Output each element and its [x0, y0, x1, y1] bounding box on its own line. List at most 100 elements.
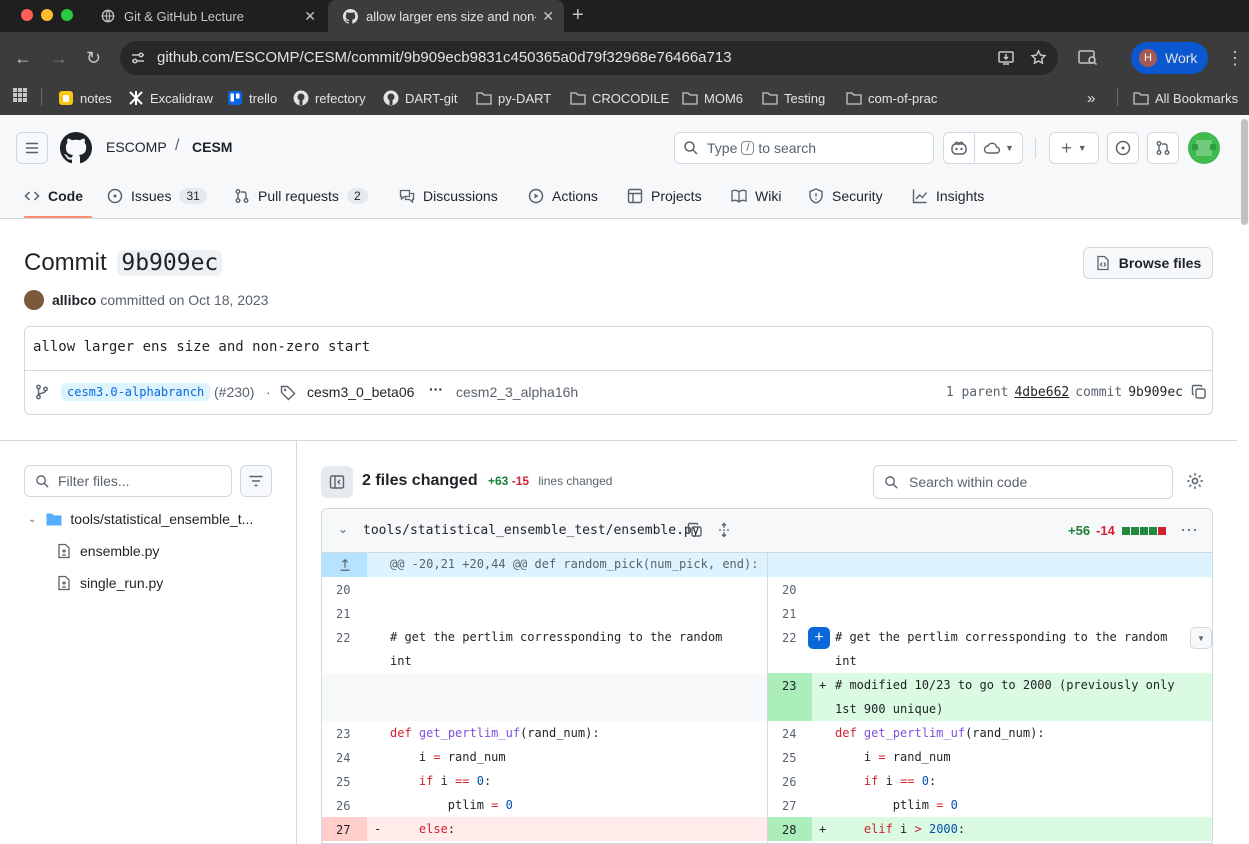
close-tab-icon[interactable]: ✕: [304, 8, 316, 25]
file-diff-icon: [56, 575, 72, 591]
tree-file[interactable]: single_run.py: [56, 575, 163, 591]
tab-security[interactable]: Security: [808, 180, 883, 212]
global-search-input[interactable]: Type / to search: [674, 132, 934, 164]
tab-pull-requests[interactable]: Pull requests 2: [234, 180, 368, 212]
branch-chip[interactable]: cesm3.0-alphabranch: [61, 383, 211, 401]
bookmark-mom6[interactable]: MOM6: [682, 87, 743, 109]
file-path[interactable]: tools/statistical_ensemble_test/ensemble…: [363, 523, 700, 538]
pr-link[interactable]: (#230): [214, 384, 254, 400]
forward-arrow-icon[interactable]: →: [50, 48, 68, 69]
bookmark-star-icon[interactable]: [1030, 49, 1047, 71]
bookmarks-overflow-icon[interactable]: »: [1087, 87, 1095, 109]
close-tab-icon[interactable]: ✕: [542, 8, 554, 25]
tab-search-icon[interactable]: [1078, 49, 1098, 72]
issues-button[interactable]: [1107, 132, 1139, 164]
github-icon: [293, 90, 309, 106]
create-new-button[interactable]: + ▼: [1049, 132, 1099, 164]
chevron-down-icon: ▼: [1077, 143, 1087, 153]
repo-owner-link[interactable]: ESCOMP: [106, 139, 167, 155]
back-arrow-icon[interactable]: ←: [14, 48, 32, 69]
tree-folder[interactable]: ⌄ tools/statistical_ensemble_t...: [24, 511, 253, 527]
chevron-down-icon[interactable]: ⌄: [338, 522, 348, 536]
bookmark-excalidraw[interactable]: Excalidraw: [128, 87, 213, 109]
copy-icon[interactable]: [687, 522, 703, 538]
cloud-icon: [983, 142, 1001, 154]
tag-link[interactable]: cesm3_0_beta06: [307, 384, 414, 400]
copilot-dropdown-button[interactable]: ▼: [974, 132, 1023, 164]
install-app-icon[interactable]: [997, 49, 1015, 72]
search-within-code-input[interactable]: Search within code: [873, 465, 1173, 499]
copy-icon[interactable]: [1191, 384, 1207, 400]
bookmark-refectory[interactable]: refectory: [293, 87, 366, 109]
author-link[interactable]: allibco: [52, 292, 96, 308]
folder-icon: [846, 90, 862, 106]
tab-actions[interactable]: Actions: [528, 180, 598, 212]
hamburger-menu-icon[interactable]: [16, 132, 48, 164]
sidebar-collapse-icon: [329, 475, 345, 489]
all-bookmarks-button[interactable]: All Bookmarks: [1133, 87, 1238, 109]
user-avatar[interactable]: [1188, 132, 1220, 164]
gear-icon[interactable]: [1186, 472, 1204, 495]
issue-circle-icon: [107, 188, 123, 204]
folder-icon: [476, 90, 492, 106]
bookmark-dart-git[interactable]: DART-git: [383, 87, 458, 109]
site-settings-icon[interactable]: [130, 50, 146, 71]
apps-grid-icon[interactable]: [12, 87, 28, 108]
tag-link[interactable]: cesm2_3_alpha16h: [456, 384, 578, 400]
chevron-down-icon: ▼: [1005, 143, 1014, 153]
commit-message: allow larger ens size and non-zero start: [33, 339, 371, 355]
minimize-window-button[interactable]: [41, 9, 53, 21]
search-shortcut-key: /: [741, 141, 755, 155]
copilot-button[interactable]: [943, 132, 975, 164]
kebab-menu-icon[interactable]: ···: [1180, 519, 1198, 540]
tab-code[interactable]: Code: [24, 180, 83, 212]
github-logo-icon[interactable]: [60, 132, 92, 169]
tab-insights[interactable]: Insights: [912, 180, 984, 212]
book-icon: [731, 188, 747, 204]
bookmark-notes[interactable]: notes: [58, 87, 112, 109]
expand-up-icon[interactable]: [322, 553, 367, 577]
tab-projects[interactable]: Projects: [627, 180, 702, 212]
close-window-button[interactable]: [21, 9, 33, 21]
pull-requests-button[interactable]: [1147, 132, 1179, 164]
folder-icon: [1133, 90, 1149, 106]
page-scrollbar[interactable]: [1241, 119, 1248, 225]
tab-discussions[interactable]: Discussions: [399, 180, 498, 212]
reload-icon[interactable]: ↻: [86, 48, 101, 69]
search-placeholder-prefix: Type: [707, 140, 738, 156]
active-tab-indicator: [24, 216, 92, 218]
avatar[interactable]: [24, 290, 44, 310]
filter-files-input[interactable]: Filter files...: [24, 465, 232, 497]
url-text[interactable]: github.com/ESCOMP/CESM/commit/9b909ecb98…: [157, 49, 732, 66]
browser-tab-bar: Git & GitHub Lecture ✕ allow larger ens …: [0, 0, 1249, 32]
filter-options-button[interactable]: [240, 465, 272, 497]
bookmark-crocodile[interactable]: CROCODILE: [570, 87, 669, 109]
bookmark-py-dart[interactable]: py-DART: [476, 87, 551, 109]
tab-wiki[interactable]: Wiki: [731, 180, 781, 212]
browse-files-button[interactable]: Browse files: [1083, 247, 1213, 279]
parent-sha-link[interactable]: 4dbe662: [1014, 385, 1069, 400]
bookmark-testing[interactable]: Testing: [762, 87, 825, 109]
code-line: def get_pertlim_uf(rand_num):: [835, 726, 1045, 740]
more-menu-icon[interactable]: ⋮: [1226, 48, 1244, 69]
tree-file[interactable]: ensemble.py: [56, 543, 159, 559]
add-comment-button[interactable]: +: [808, 627, 830, 649]
new-tab-button[interactable]: +: [572, 4, 584, 27]
maximize-window-button[interactable]: [61, 9, 73, 21]
files-changed-count: 2 files changed: [362, 472, 478, 489]
more-tags-button[interactable]: ···: [429, 381, 443, 397]
diff-row-change: 27 - else: 28 + elif i > 2000:: [322, 817, 1212, 841]
bookmark-com-of-prac[interactable]: com-of-prac: [846, 87, 937, 109]
browser-tab-lecture[interactable]: Git & GitHub Lecture ✕: [86, 0, 326, 32]
expand-all-icon[interactable]: [716, 522, 732, 538]
diff-row: 20 20: [336, 583, 797, 597]
profile-button[interactable]: H Work: [1131, 42, 1208, 74]
file-code-icon: [1095, 255, 1111, 271]
line-options-dropdown[interactable]: ▼: [1190, 627, 1212, 649]
repo-name-link[interactable]: CESM: [192, 139, 232, 155]
toggle-file-tree-button[interactable]: [321, 466, 353, 498]
bookmark-trello[interactable]: trello: [227, 87, 277, 109]
browser-tab-commit[interactable]: allow larger ens size and non- ✕: [328, 0, 564, 32]
parent-info: 1 parent 4dbe662 commit 9b909ec: [946, 384, 1207, 400]
tab-issues[interactable]: Issues 31: [107, 180, 207, 212]
